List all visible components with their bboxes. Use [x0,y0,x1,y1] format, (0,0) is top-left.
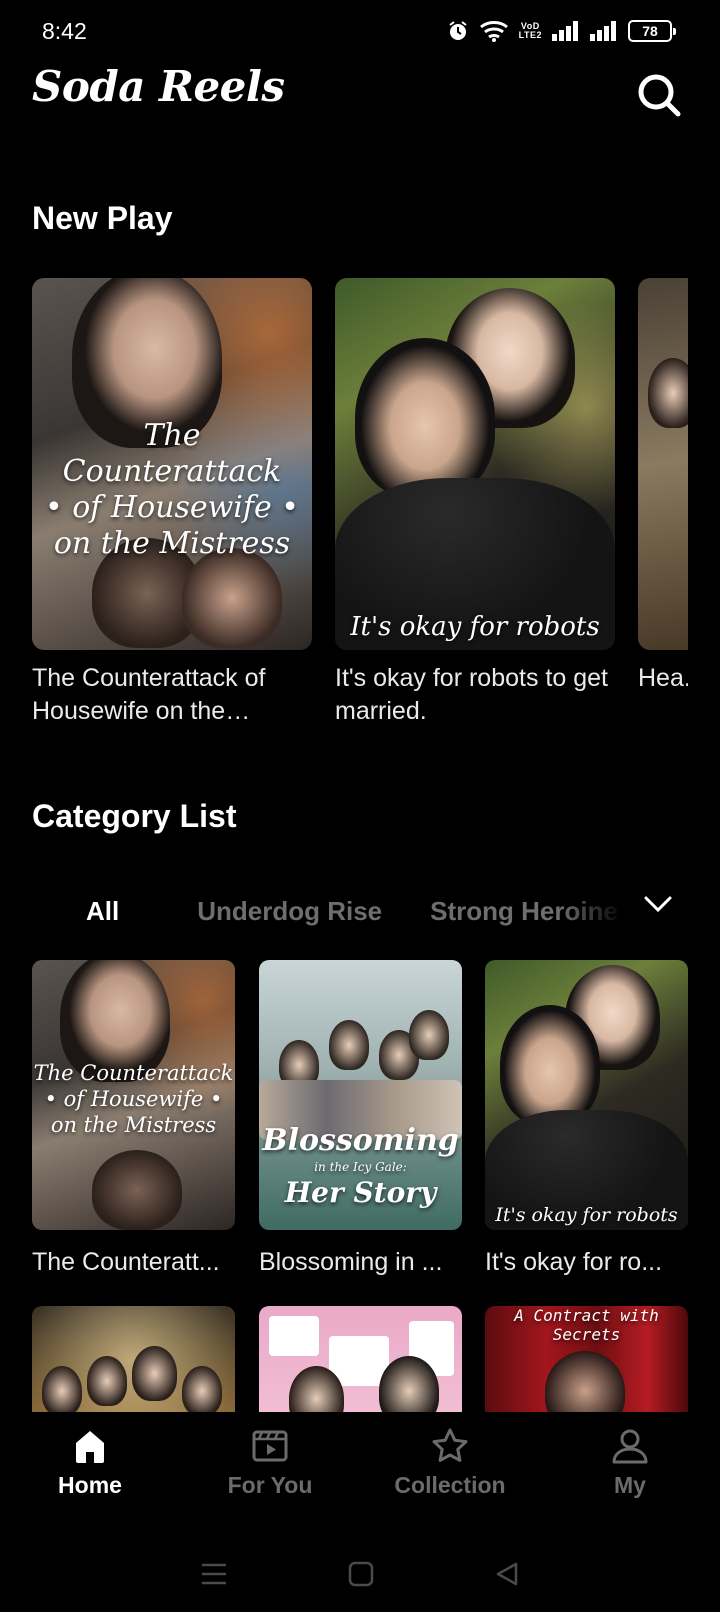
wifi-icon [479,21,508,42]
expand-categories-button[interactable] [640,886,676,922]
poster-title-line: • of Housewife • [45,490,299,525]
poster-image[interactable]: It's okay for robots [485,960,688,1230]
signal-icon [552,21,578,41]
nav-home[interactable]: Home [0,1412,180,1536]
poster-image[interactable]: It's okay for robots [335,278,615,650]
poster-title-line: The Counterattack [33,1061,234,1085]
new-play-card[interactable]: It's okay for robots It's okay for robot… [335,278,615,728]
star-icon [432,1428,468,1462]
poster-title-line: Blossoming [262,1123,459,1158]
bottom-nav: Home For You Collection My [0,1412,720,1536]
nav-my[interactable]: My [540,1412,720,1536]
poster-image[interactable] [638,278,688,650]
category-grid: The Counterattack • of Housewife • on th… [32,960,688,1412]
play-clapper-icon [252,1430,288,1462]
status-bar: 8:42 VoD LTE2 78 [0,0,720,62]
poster-title-line: Her Story [284,1176,437,1209]
nav-collection-label: Collection [394,1472,506,1498]
grid-card[interactable]: The Counterattack • of Housewife • on th… [32,960,235,1277]
poster-title-line: The Counterattack [62,418,282,489]
volte-indicator: VoD LTE2 [519,22,542,40]
nav-for-you-label: For You [227,1472,313,1498]
poster-image[interactable] [32,1306,235,1412]
drama-title[interactable]: The Counteratt... [32,1248,235,1277]
menu-icon[interactable] [200,1562,228,1586]
drama-title[interactable]: It's okay for ro... [485,1248,688,1277]
grid-card[interactable] [259,1306,462,1412]
grid-card[interactable]: A Contract with Secrets [485,1306,688,1412]
poster-caption: It's okay for robots [350,612,600,642]
new-play-card[interactable]: The Counterattack • of Housewife • on th… [32,278,312,728]
chevron-down-icon [644,896,672,913]
battery-indicator: 78 [628,20,676,42]
home-square-icon[interactable] [348,1561,374,1587]
signal-icon-2 [590,21,616,41]
nav-for-you[interactable]: For You [180,1412,360,1536]
nav-home-label: Home [58,1472,122,1498]
alarm-icon [449,21,467,40]
nav-collection[interactable]: Collection [360,1412,540,1536]
poster-title-line: • of Housewife • [44,1087,223,1111]
new-play-title: New Play [32,200,173,236]
category-tabs: All Underdog Rise Strong Heroine [32,880,632,942]
tabs-fade [560,880,640,942]
new-play-card[interactable]: Hea... Mor... [638,278,688,695]
search-icon [638,74,681,117]
drama-title[interactable]: Hea... Mor... [638,662,688,695]
poster-image[interactable] [259,1306,462,1412]
search-button[interactable] [630,66,688,124]
category-list-title: Category List [32,798,237,834]
poster-title-line: on the Mistress [50,1113,217,1137]
nav-my-label: My [614,1472,646,1498]
user-icon [612,1429,648,1464]
poster-title-line: on the Mistress [53,526,291,561]
poster-image[interactable]: The Counterattack • of Housewife • on th… [32,960,235,1230]
grid-card[interactable]: It's okay for robots It's okay for ro... [485,960,688,1277]
poster-caption: It's okay for robots [495,1204,678,1226]
volte-bottom: LTE2 [518,30,542,40]
poster-image[interactable]: Blossoming in the Icy Gale: Her Story [259,960,462,1230]
grid-card[interactable] [32,1306,235,1412]
status-icons: VoD LTE2 78 [447,20,676,42]
poster-caption: A Contract with Secrets [514,1306,659,1344]
back-icon[interactable] [494,1561,520,1587]
app-title: Soda Reels [32,62,285,111]
drama-title[interactable]: Blossoming in ... [259,1248,462,1277]
system-nav-bar [0,1536,720,1612]
new-play-row[interactable]: The Counterattack • of Housewife • on th… [32,278,688,738]
drama-title[interactable]: The Counterattack of Housewife on the Mi… [32,662,312,728]
tab-underdog-rise[interactable]: Underdog Rise [197,896,382,927]
tab-all[interactable]: All [86,896,119,927]
drama-title[interactable]: It's okay for robots to get married. [335,662,615,728]
poster-image[interactable]: The Counterattack • of Housewife • on th… [32,278,312,650]
poster-image[interactable]: A Contract with Secrets [485,1306,688,1412]
status-time: 8:42 [42,18,87,44]
home-icon [76,1431,104,1463]
grid-card[interactable]: Blossoming in the Icy Gale: Her Story Bl… [259,960,462,1277]
